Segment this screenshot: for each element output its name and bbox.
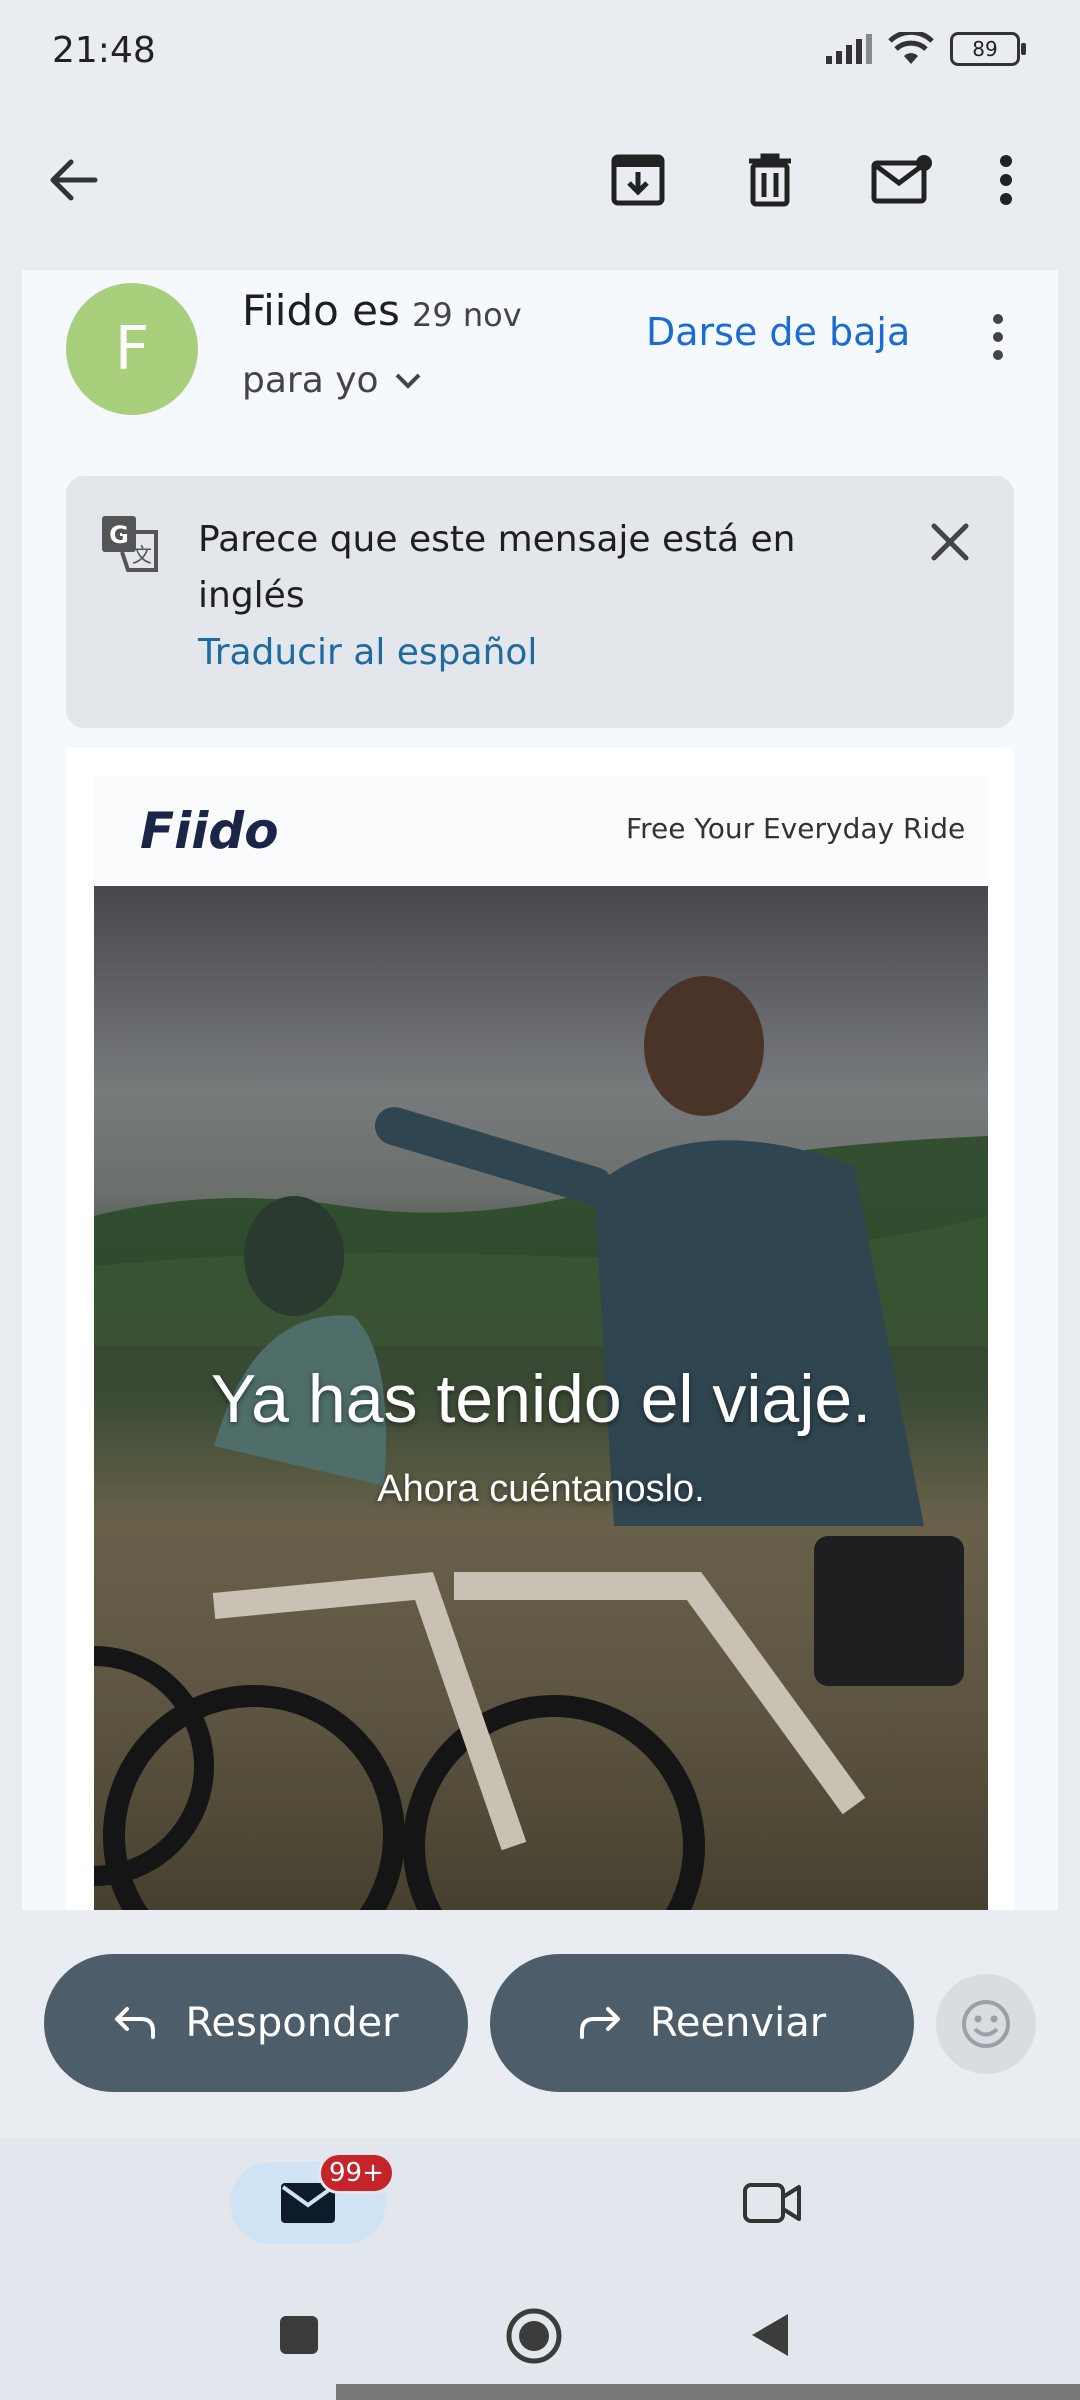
svg-text:Fiido: Fiido (140, 806, 279, 856)
unsubscribe-link[interactable]: Darse de baja (646, 310, 910, 354)
forward-label: Reenviar (649, 2000, 827, 2046)
signal-icon (826, 34, 872, 64)
tagline: Free Your Everyday Ride (626, 812, 966, 845)
back-nav-button[interactable] (750, 2312, 790, 2358)
recent-apps-button[interactable] (278, 2314, 320, 2356)
hero-subtitle: Ahora cuéntanoslo. (377, 1468, 705, 1510)
unread-badge: 99+ (318, 2152, 395, 2194)
translate-icon: G 文 (100, 514, 160, 574)
arrow-left-icon (50, 159, 98, 201)
emoji-icon (962, 2000, 1010, 2048)
trash-icon (749, 153, 791, 207)
gesture-bar (336, 2384, 1080, 2400)
more-options-button[interactable] (976, 136, 1036, 224)
chevron-down-icon (395, 373, 420, 389)
reply-icon (115, 2007, 156, 2039)
archive-icon (611, 154, 665, 206)
forward-icon (579, 2007, 620, 2039)
delete-button[interactable] (726, 136, 814, 224)
sender-more-button[interactable] (978, 312, 1018, 362)
avatar[interactable]: F (66, 283, 198, 415)
mark-unread-button[interactable] (858, 136, 946, 224)
home-button[interactable] (504, 2306, 564, 2366)
translate-message: Parece que este mensaje está en inglés (198, 519, 796, 616)
back-button[interactable] (30, 136, 118, 224)
recipient-label: para yo (242, 360, 379, 401)
bottom-navigation (0, 2138, 1080, 2308)
svg-text:G: G (109, 521, 129, 549)
svg-text:文: 文 (132, 543, 152, 567)
recipient-toggle[interactable]: para yo (242, 360, 421, 401)
translate-link[interactable]: Traducir al español (198, 632, 537, 673)
video-camera-icon (743, 2183, 801, 2223)
forward-button[interactable]: Reenviar (490, 1954, 914, 2092)
mail-unread-icon (871, 155, 932, 204)
triangle-back-icon (752, 2314, 788, 2356)
nav-meet-tab[interactable] (728, 2168, 816, 2238)
more-vert-icon (993, 314, 1003, 360)
fiido-logo[interactable]: Fiido (138, 802, 342, 860)
circle-icon (506, 2308, 562, 2364)
battery-indicator: 89 (950, 32, 1026, 66)
status-time: 21:48 (52, 30, 156, 71)
emoji-reaction-button[interactable] (936, 1974, 1036, 2074)
sender-name: Fiido es (242, 286, 400, 335)
hero-title: Ya has tenido el viaje. (210, 1361, 872, 1437)
reply-button[interactable]: Responder (44, 1954, 468, 2092)
close-icon (931, 523, 969, 561)
wifi-icon (888, 32, 934, 64)
square-icon (280, 2316, 318, 2354)
reply-label: Responder (185, 2000, 399, 2046)
status-icons: 89 (824, 32, 1026, 66)
archive-button[interactable] (594, 136, 682, 224)
more-vert-icon (1000, 155, 1012, 205)
close-banner-button[interactable] (922, 514, 978, 570)
email-date: 29 nov (412, 296, 522, 334)
